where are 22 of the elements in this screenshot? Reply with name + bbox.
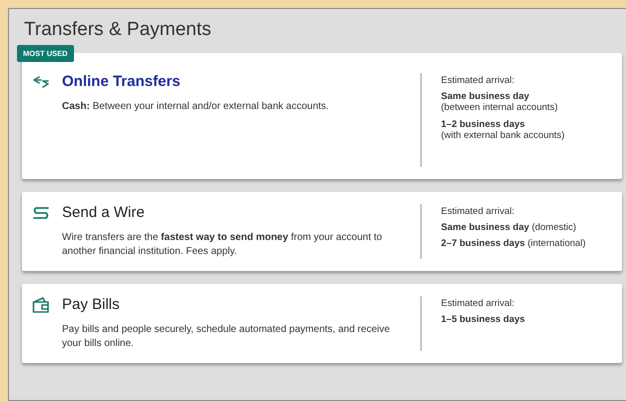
panel-title: Transfers & Payments: [23, 18, 212, 42]
card-title: Pay Bills: [62, 296, 120, 313]
arrival-note: (between internal accounts): [441, 102, 559, 114]
arrival-label: Estimated arrival:: [441, 206, 516, 217]
card-title: Send a Wire: [62, 204, 145, 221]
card-title[interactable]: Online Transfers: [62, 73, 180, 90]
wallet-icon: [32, 296, 50, 312]
two-way-arrow-icon: [32, 76, 50, 88]
arrival-time: 1–2 business days: [441, 118, 526, 130]
option-card[interactable]: [22, 192, 622, 271]
arrival-time: 1–5 business days: [441, 314, 525, 325]
wire-icon: [32, 206, 50, 220]
arrival-time: Same business day: [441, 91, 530, 102]
arrival-label: Estimated arrival:: [441, 298, 516, 309]
option-card[interactable]: Pay Bills Pay bills and people securely, schedule automated payments, and receive your bills online. Estimated arrival: 1–5 business days: [22, 284, 622, 363]
card-description: Cash: Between your internal and/or external bank accounts.: [62, 100, 330, 114]
card-description: Wire transfers are the fastest way to send money from your account to another financial institution. Fees apply.: [62, 231, 384, 259]
arrival-time: Same business day (domestic): [441, 222, 578, 233]
card-description: Pay bills and people securely, schedule automated payments, and receive your bills online.: [62, 323, 390, 351]
arrival-time: 2–7 business days (international): [441, 238, 586, 249]
arrival-label: Estimated arrival:: [441, 75, 516, 86]
arrival-note: (with external bank accounts): [441, 130, 565, 142]
